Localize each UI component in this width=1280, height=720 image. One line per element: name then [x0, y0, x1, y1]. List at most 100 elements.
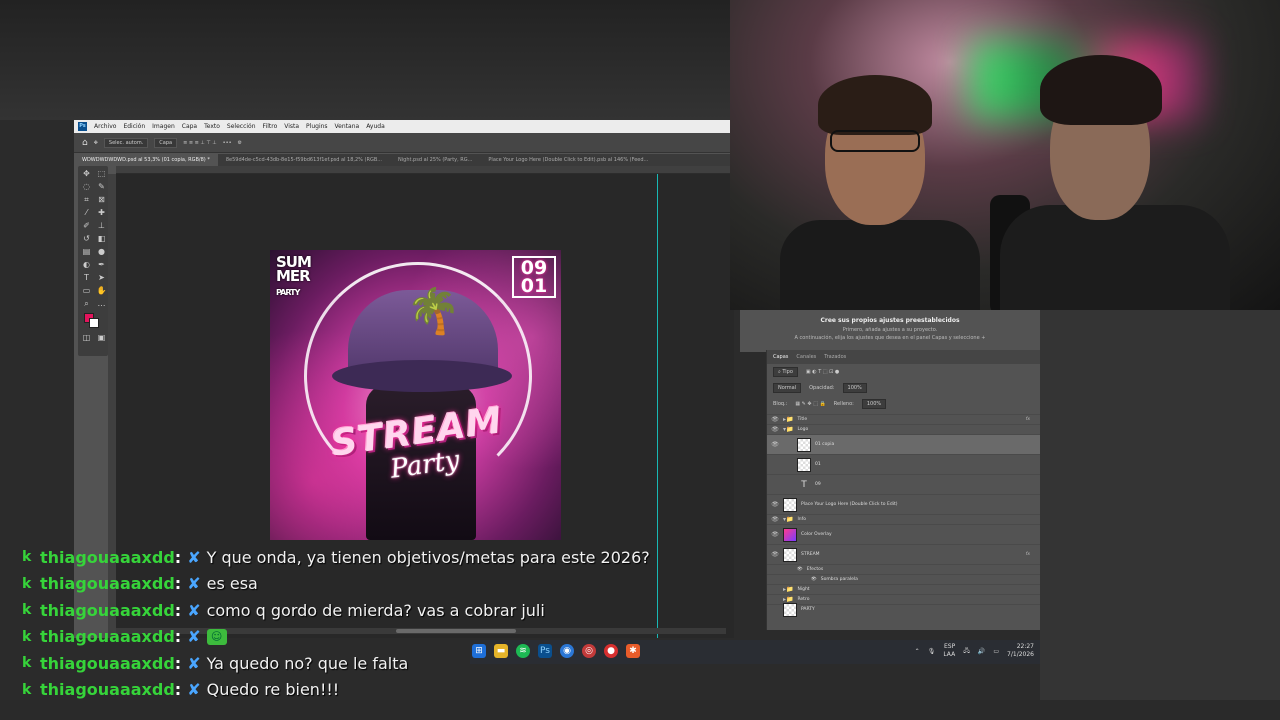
tab-8e59[interactable]: 8e59d4de-c5cd-43db-8e15-f59bd613f1ef.psd… — [218, 154, 390, 166]
quick-select-icon[interactable]: ✎ — [95, 181, 108, 193]
layer-dropdown[interactable]: Capa — [154, 137, 178, 148]
layer-row[interactable]: 👁 ▾📁 Logo — [767, 424, 1040, 434]
eye-icon[interactable]: 👁 — [771, 516, 779, 523]
layer-thumbnail — [797, 437, 811, 452]
hand-icon[interactable]: ✋ — [95, 285, 108, 297]
fill-input[interactable]: 100% — [861, 399, 887, 409]
layer-row[interactable]: PARTY — [767, 602, 1040, 617]
layer-row[interactable]: 01 — [767, 454, 1040, 474]
lasso-icon[interactable]: ◌ — [80, 181, 93, 193]
microphone-icon[interactable]: 🎙 — [928, 648, 936, 655]
layer-row[interactable]: 👁 STREAM fx — [767, 544, 1040, 564]
color-swatches[interactable] — [80, 311, 109, 331]
type-icon[interactable]: T — [80, 272, 93, 284]
layer-row-selected[interactable]: 👁 01 copia — [767, 434, 1040, 454]
menu-plugins[interactable]: Plugins — [306, 123, 328, 130]
quick-mask-icon[interactable]: ◫ — [80, 332, 93, 344]
volume-icon[interactable]: 🔊 — [978, 648, 985, 655]
tab-place-logo[interactable]: Place Your Logo Here (Double Click to Ed… — [480, 154, 656, 166]
effects-row[interactable]: 👁 Efectos — [767, 564, 1040, 574]
screen-mode-icon[interactable]: ▣ — [95, 332, 108, 344]
menu-edicion[interactable]: Edición — [123, 123, 145, 130]
filter-icons[interactable]: ▣ ◐ T ⬚ ⊡ ● — [806, 369, 839, 375]
tab-capas[interactable]: Capas — [773, 354, 788, 360]
filter-label: Tipo — [782, 369, 793, 375]
more-tools-icon[interactable]: … — [95, 298, 108, 310]
menu-vista[interactable]: Vista — [284, 123, 299, 130]
eye-icon[interactable]: 👁 — [811, 577, 817, 582]
gradient-icon[interactable]: ▤ — [80, 246, 93, 258]
filter-dropdown[interactable]: ⌕ Tipo — [773, 367, 798, 377]
crop-icon[interactable]: ⌗ — [80, 194, 93, 206]
eye-icon[interactable]: 👁 — [771, 416, 779, 423]
menu-imagen[interactable]: Imagen — [152, 123, 175, 130]
folder-icon: ▾📁 — [783, 516, 794, 523]
path-select-icon[interactable]: ➤ — [95, 272, 108, 284]
stamp-icon[interactable]: ⊥ — [95, 220, 108, 232]
document-tabs: WDWDWDWDWD.psd al 53,3% (01 copia, RGB/8… — [74, 154, 734, 166]
eye-icon[interactable]: 👁 — [771, 426, 779, 433]
layer-row[interactable]: ▸📁 Night — [767, 584, 1040, 594]
menu-texto[interactable]: Texto — [204, 123, 220, 130]
fx-badge: fx — [1025, 417, 1030, 422]
tab-wdwd[interactable]: WDWDWDWDWD.psd al 53,3% (01 copia, RGB/8… — [74, 154, 218, 166]
clock[interactable]: 22:27 7/1/2026 — [1007, 643, 1034, 659]
tab-night[interactable]: Night.psd al 25% (Party, RG... — [390, 154, 480, 166]
marquee-icon[interactable]: ⬚ — [95, 168, 108, 180]
eyedropper-icon[interactable]: ⁄ — [80, 207, 93, 219]
layer-row[interactable]: 👁 Color Overlay — [767, 524, 1040, 544]
zoom-icon[interactable]: ⌕ — [80, 298, 93, 310]
move-tool-icon[interactable]: ✥ — [94, 140, 98, 146]
tab-trazados[interactable]: Trazados — [824, 354, 846, 360]
rectangle-icon[interactable]: ▭ — [80, 285, 93, 297]
brush-icon[interactable]: ✐ — [80, 220, 93, 232]
menu-ayuda[interactable]: Ayuda — [366, 123, 385, 130]
lang-layout: LAA — [943, 651, 956, 658]
eye-icon[interactable]: 👁 — [771, 531, 779, 538]
network-icon[interactable]: 🖧 — [963, 646, 970, 656]
layer-row[interactable]: ▸📁 Retro — [767, 594, 1040, 604]
blur-icon[interactable]: ● — [95, 246, 108, 258]
eye-icon[interactable]: 👁 — [797, 567, 803, 572]
auto-select-checkbox[interactable]: Selec. autom. — [103, 137, 149, 148]
system-tray: ⌃ 🎙 ESP LAA 🖧 🔊 ▭ 22:27 7/1/2026 — [915, 643, 1034, 659]
chevron-up-icon[interactable]: ⌃ — [915, 648, 920, 655]
battery-icon[interactable]: ▭ — [993, 648, 999, 655]
eraser-icon[interactable]: ◧ — [95, 233, 108, 245]
menu-seleccion[interactable]: Selección — [227, 123, 256, 130]
menu-archivo[interactable]: Archivo — [94, 123, 116, 130]
layer-row[interactable]: 👁 Place Your Logo Here (Double Click to E… — [767, 494, 1040, 514]
menu-capa[interactable]: Capa — [182, 123, 197, 130]
history-brush-icon[interactable]: ↺ — [80, 233, 93, 245]
more-options[interactable]: ••• — [223, 140, 232, 146]
blend-mode-dropdown[interactable]: Normal — [773, 383, 802, 393]
dodge-icon[interactable]: ◐ — [80, 259, 93, 271]
eye-icon[interactable]: 👁 — [771, 441, 779, 448]
artwork-canvas[interactable]: 🌴 SUM MER PARTY 09 01 STREAM Party — [270, 250, 561, 540]
healing-icon[interactable]: ✚ — [95, 207, 108, 219]
pen-icon[interactable]: ✒ — [95, 259, 108, 271]
opacity-input[interactable]: 100% — [842, 383, 867, 393]
layer-row[interactable]: T 09 — [767, 474, 1040, 494]
layer-row[interactable]: 👁 ▾📁 Info — [767, 514, 1040, 524]
move-icon[interactable]: ✥ — [80, 168, 93, 180]
gear-icon[interactable]: ⚙ — [238, 140, 242, 146]
summer-text: SUM MER — [276, 253, 312, 285]
layer-name: Color Overlay — [801, 532, 832, 537]
align-icons[interactable]: ≡ ≡ ≡ ⊥ ⊤ ⊥ — [183, 140, 217, 146]
home-icon[interactable]: ⌂ — [82, 138, 88, 148]
chat-text: Y que onda, ya tienen objetivos/metas pa… — [206, 547, 650, 567]
tab-canales[interactable]: Canales — [796, 354, 816, 360]
layer-row[interactable]: 👁 ▸📁 Title fx — [767, 414, 1040, 424]
adjustments-line2: A continuación, elija los ajustes que de… — [794, 335, 986, 341]
effects-row[interactable]: 👁 Sombra paralela — [767, 574, 1040, 584]
frame-icon[interactable]: ⊠ — [95, 194, 108, 206]
chat-emote: ☺ — [206, 628, 227, 645]
language-indicator[interactable]: ESP LAA — [943, 643, 955, 659]
menu-filtro[interactable]: Filtro — [263, 123, 278, 130]
background-color[interactable] — [89, 318, 99, 328]
lock-icons[interactable]: ▦ ✎ ✥ ⬚ 🔒 — [795, 401, 825, 407]
eye-icon[interactable]: 👁 — [771, 501, 779, 508]
layer-thumbnail — [783, 602, 797, 617]
menu-ventana[interactable]: Ventana — [335, 123, 360, 130]
